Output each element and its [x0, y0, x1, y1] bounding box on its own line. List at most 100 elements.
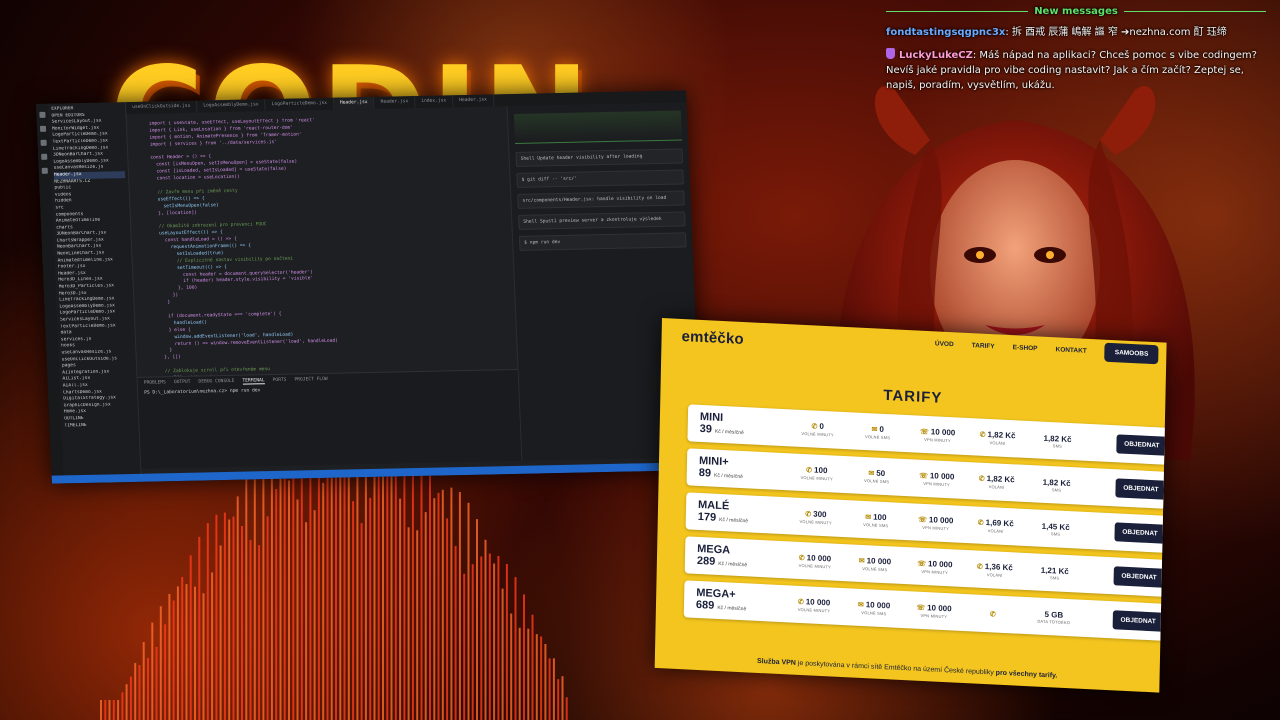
visualizer-bar [407, 527, 410, 720]
visualizer-bar [108, 700, 111, 720]
visualizer-bar [416, 530, 419, 720]
chat-text: 拆 酉戒 辰蒲 嶋解 謳 窄 ➔nezhna.com 酊 珏缔 [1011, 27, 1227, 38]
visualizer-bar [176, 586, 179, 720]
visualizer-bar [142, 642, 145, 720]
visualizer-bar [258, 545, 261, 720]
vpn-minutes-icon: ☏ [919, 472, 928, 481]
visualizer-bar [138, 665, 141, 720]
nav-link-eshop[interactable]: E-SHOP [1013, 344, 1038, 352]
run-debug-icon[interactable] [41, 153, 48, 160]
visualizer-bar [523, 594, 525, 720]
feature-value-text: 10 000 [930, 427, 956, 438]
visualizer-bar [181, 577, 184, 720]
visualizer-bar [480, 556, 483, 720]
call-price-icon: ✆ [977, 519, 984, 527]
explorer-file[interactable]: TIMELINE [64, 421, 135, 429]
visualizer-bar [134, 663, 137, 720]
feature-value-text: 10 000 [865, 600, 891, 611]
visualizer-bar [262, 458, 265, 720]
feature-value-text: 10 000 [928, 515, 954, 526]
order-button[interactable]: OBJEDNAT [1112, 610, 1164, 632]
chat-username[interactable]: fondtastingsqgpnc3x [886, 27, 1005, 38]
editor-tab[interactable]: Header.jsx [374, 96, 416, 109]
nav-link-kontakt[interactable]: KONTAKT [1055, 346, 1086, 355]
visualizer-bar [450, 487, 453, 720]
tariff-feature-call-price: ✆ [964, 607, 1024, 620]
visualizer-bar [241, 526, 243, 720]
visualizer-bar [125, 684, 128, 720]
tariff-feature-free-calls: ✆ 100 VOLNÉ MINUTY [787, 464, 847, 482]
editor-tab[interactable]: LogoAssemblyDemo.jsx [197, 99, 266, 113]
editor-tab[interactable]: useOnClickOutside.jsx [126, 100, 198, 115]
call-price-icon: ✆ [979, 431, 986, 439]
editor-tab[interactable]: Header.jsx [333, 96, 375, 110]
feature-value-text: 10 000 [929, 471, 955, 482]
feature-value-text: 50 [876, 468, 886, 479]
free-sms-icon: ✉ [858, 557, 865, 566]
tariff-feature-free-sms: ✉ 10 000 VOLNÉ SMS [844, 599, 904, 617]
search-icon[interactable] [39, 125, 47, 132]
terminal-prompt[interactable]: PS D:\_Laboratorium\nezhna.cz> npm run d… [144, 383, 512, 395]
explorer-icon[interactable] [39, 111, 46, 118]
visualizer-bar [424, 512, 427, 720]
chat-username[interactable]: LuckyLukeCZ [899, 50, 973, 61]
free-sms-icon: ✉ [871, 426, 878, 434]
visualizer-bar [501, 588, 504, 720]
tariff-price: 89 Kč / měsíčně [699, 466, 787, 484]
call-price-icon: ✆ [976, 563, 983, 571]
divider-line-left [886, 11, 1029, 12]
panel-tab[interactable]: OUTPUT [174, 380, 191, 385]
code-editor[interactable]: import { useState, useEffect, useLayoutE… [127, 114, 518, 377]
call-price-icon: ✆ [989, 610, 996, 619]
visualizer-bar [433, 498, 436, 720]
panel-tab[interactable]: PORTS [273, 378, 287, 383]
visualizer-bar [403, 442, 406, 720]
visualizer-bar [493, 563, 496, 720]
panel-tab[interactable]: PROBLEMS [144, 380, 166, 385]
order-button[interactable]: OBJEDNAT [1113, 566, 1165, 588]
visualizer-bar [117, 700, 120, 720]
tariff-feature-vpn-minutes: ☏ 10 000 VPN MINUTY [904, 602, 964, 620]
order-button[interactable]: OBJEDNAT [1114, 522, 1166, 544]
visualizer-bar [488, 553, 491, 720]
site-logo[interactable]: emtěčko [681, 327, 744, 347]
feature-value-text: 1,69 Kč [985, 517, 1014, 529]
visualizer-bar [531, 614, 534, 720]
feature-value-text: 100 [873, 512, 887, 523]
visualizer-bar [219, 545, 222, 720]
order-button[interactable]: OBJEDNAT [1115, 434, 1167, 456]
editor-tab[interactable]: Header.jsx [453, 94, 495, 108]
source-control-icon[interactable] [40, 139, 47, 146]
visualizer-bar [249, 540, 252, 720]
tariff-price: 289 Kč / měsíčně [697, 554, 785, 572]
visualizer-bar [386, 458, 389, 720]
new-messages-label: New messages [1034, 6, 1118, 17]
visualizer-bar [253, 464, 256, 720]
feature-value-text: 1,45 Kč [1041, 521, 1070, 532]
visualizer-bar [518, 627, 521, 720]
visualizer-bar [151, 622, 154, 720]
visualizer-bar [211, 572, 214, 720]
self-service-button[interactable]: SAMOOBS [1104, 342, 1159, 365]
feature-value-text: 0 [879, 424, 884, 434]
tariff-feature-sms-price: 1,82 Kč SMS [1027, 432, 1087, 449]
tariff-feature-vpn-minutes: ☏ 10 000 VPN MINUTY [905, 558, 965, 576]
panel-tab[interactable]: PROJECT FLOW [294, 377, 327, 383]
vpn-minutes-icon: ☏ [918, 516, 928, 525]
extensions-icon[interactable] [41, 167, 48, 174]
assistant-message: Shell Update header visibility after loa… [515, 148, 684, 167]
nav-link-uvod[interactable]: ÚVOD [935, 340, 954, 348]
panel-tab[interactable]: DEBUG CONSOLE [198, 379, 234, 385]
editor-tab[interactable]: LogoParticleDemo.jsx [265, 97, 335, 112]
visualizer-bar [313, 510, 316, 720]
visualizer-bar [236, 496, 239, 720]
panel-tab[interactable]: TERMINAL [242, 378, 265, 385]
visualizer-bar [330, 458, 333, 720]
order-button[interactable]: OBJEDNAT [1115, 478, 1167, 500]
editor-tab[interactable]: index.jsx [415, 95, 454, 109]
feature-value-text: 5 GB [1044, 609, 1064, 620]
visualizer-bar [339, 439, 342, 720]
emtecko-website: emtěčko ÚVOD TARIFY E-SHOP KONTAKT SAMOO… [654, 318, 1167, 693]
nav-link-tarify[interactable]: TARIFY [972, 342, 995, 350]
visualizer-bar [484, 539, 487, 720]
